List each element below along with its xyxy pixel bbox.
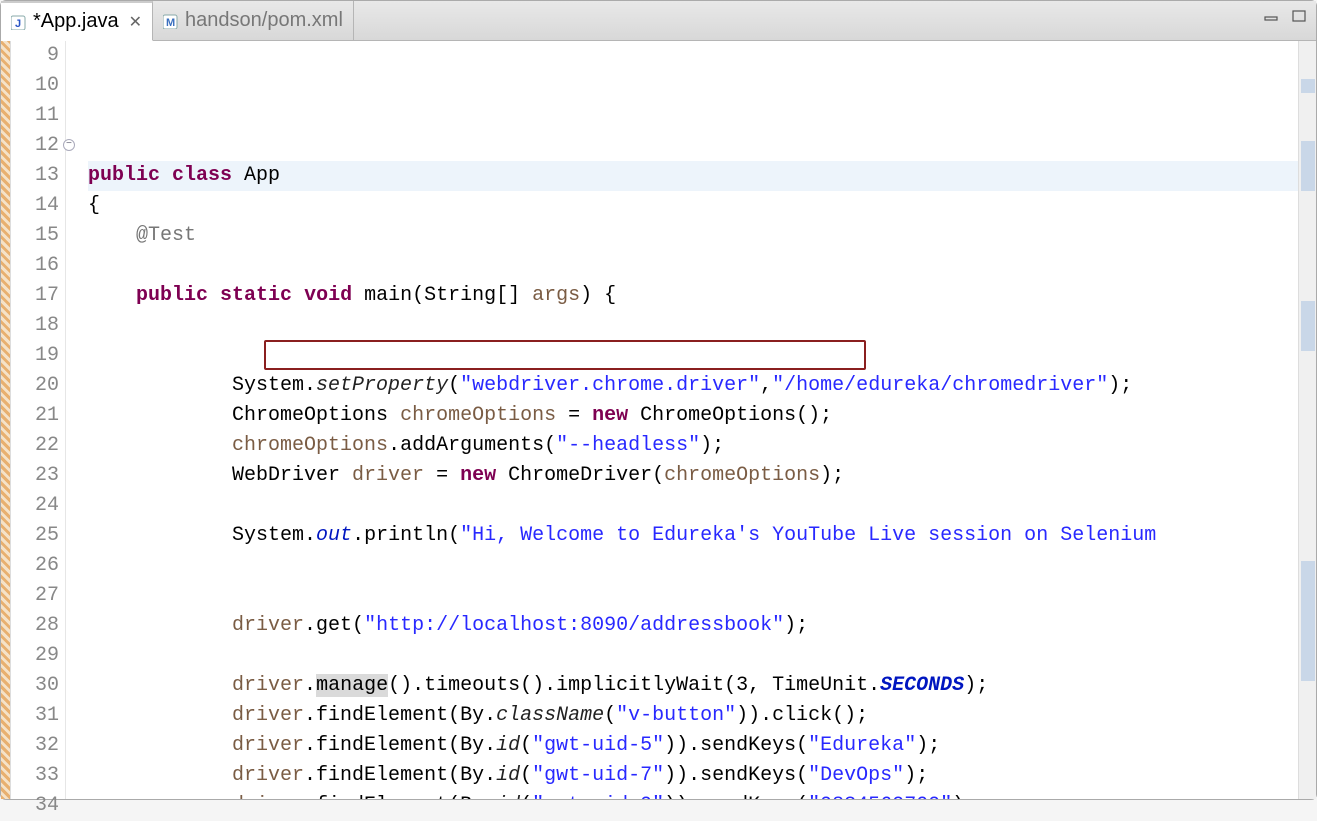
overview-mark[interactable] [1301, 301, 1315, 351]
line-number[interactable]: 21 [11, 401, 59, 431]
line-number[interactable]: 34 [11, 791, 59, 821]
code-area[interactable]: public class App{ @Test public static vo… [66, 41, 1298, 799]
line-number[interactable]: 23 [11, 461, 59, 491]
line-number[interactable]: 32 [11, 731, 59, 761]
line-number[interactable]: 25 [11, 521, 59, 551]
line-number[interactable]: 9 [11, 41, 59, 71]
line-number[interactable]: 12− [11, 131, 59, 161]
line-number[interactable]: 10 [11, 71, 59, 101]
code-line[interactable] [88, 491, 1298, 521]
line-number[interactable]: 14 [11, 191, 59, 221]
code-line[interactable]: { [88, 191, 1298, 221]
line-number[interactable]: 18 [11, 311, 59, 341]
close-tab-icon[interactable]: ✕ [125, 12, 142, 32]
java-file-icon: J [11, 14, 27, 30]
line-number[interactable]: 20 [11, 371, 59, 401]
line-number[interactable]: 28 [11, 611, 59, 641]
line-number[interactable]: 16 [11, 251, 59, 281]
line-number[interactable]: 27 [11, 581, 59, 611]
line-number[interactable]: 15 [11, 221, 59, 251]
code-line[interactable]: driver.findElement(By.id("gwt-uid-5")).s… [88, 731, 1298, 761]
minimize-icon[interactable] [1264, 5, 1280, 17]
code-line[interactable]: chromeOptions.addArguments("--headless")… [88, 431, 1298, 461]
code-editor[interactable]: 9101112−13141516171819202122232425262728… [1, 41, 1316, 799]
line-number[interactable]: 13 [11, 161, 59, 191]
line-number[interactable]: 19 [11, 341, 59, 371]
code-line[interactable]: System.out.println("Hi, Welcome to Edure… [88, 521, 1298, 551]
code-line[interactable] [88, 251, 1298, 281]
line-number[interactable]: 33 [11, 761, 59, 791]
code-line[interactable] [88, 641, 1298, 671]
code-line[interactable]: ChromeOptions chromeOptions = new Chrome… [88, 401, 1298, 431]
svg-text:M: M [166, 17, 175, 29]
tab-label: handson/pom.xml [185, 9, 343, 32]
code-line[interactable]: WebDriver driver = new ChromeDriver(chro… [88, 461, 1298, 491]
line-number[interactable]: 26 [11, 551, 59, 581]
code-line[interactable] [88, 341, 1298, 371]
code-line[interactable]: public class App [88, 161, 1298, 191]
line-number[interactable]: 31 [11, 701, 59, 731]
code-line[interactable]: driver.get("http://localhost:8090/addres… [88, 611, 1298, 641]
code-line[interactable] [88, 581, 1298, 611]
line-number[interactable]: 22 [11, 431, 59, 461]
line-number[interactable]: 24 [11, 491, 59, 521]
editor-toolbar-icons [1264, 5, 1308, 17]
tab-pom-xml[interactable]: M handson/pom.xml [153, 1, 354, 41]
overview-ruler[interactable] [1298, 41, 1316, 799]
tab-app-java[interactable]: J *App.java ✕ [1, 1, 153, 41]
code-line[interactable]: driver.findElement(By.id("gwt-uid-7")).s… [88, 761, 1298, 791]
code-line[interactable] [88, 311, 1298, 341]
code-line[interactable]: driver.manage().timeouts().implicitlyWai… [88, 671, 1298, 701]
code-line[interactable]: public static void main(String[] args) { [88, 281, 1298, 311]
code-line[interactable]: driver.findElement(By.className("v-butto… [88, 701, 1298, 731]
overview-mark[interactable] [1301, 141, 1315, 191]
line-number[interactable]: 17 [11, 281, 59, 311]
maven-file-icon: M [163, 13, 179, 29]
line-number[interactable]: 11 [11, 101, 59, 131]
code-line[interactable]: System.setProperty("webdriver.chrome.dri… [88, 371, 1298, 401]
editor-tab-bar: J *App.java ✕ M handson/pom.xml [1, 1, 1316, 41]
line-number[interactable]: 29 [11, 641, 59, 671]
code-line[interactable] [88, 551, 1298, 581]
line-number-gutter[interactable]: 9101112−13141516171819202122232425262728… [11, 41, 66, 799]
maximize-icon[interactable] [1292, 5, 1308, 17]
tab-label: *App.java [33, 10, 119, 33]
svg-text:J: J [15, 18, 21, 30]
change-marker-strip [1, 41, 11, 799]
overview-mark[interactable] [1301, 79, 1315, 93]
code-line[interactable]: driver.findElement(By.id("gwt-uid-9")).s… [88, 791, 1298, 799]
overview-mark[interactable] [1301, 561, 1315, 681]
code-line[interactable] [88, 131, 1298, 161]
line-number[interactable]: 30 [11, 671, 59, 701]
code-line[interactable]: @Test [88, 221, 1298, 251]
